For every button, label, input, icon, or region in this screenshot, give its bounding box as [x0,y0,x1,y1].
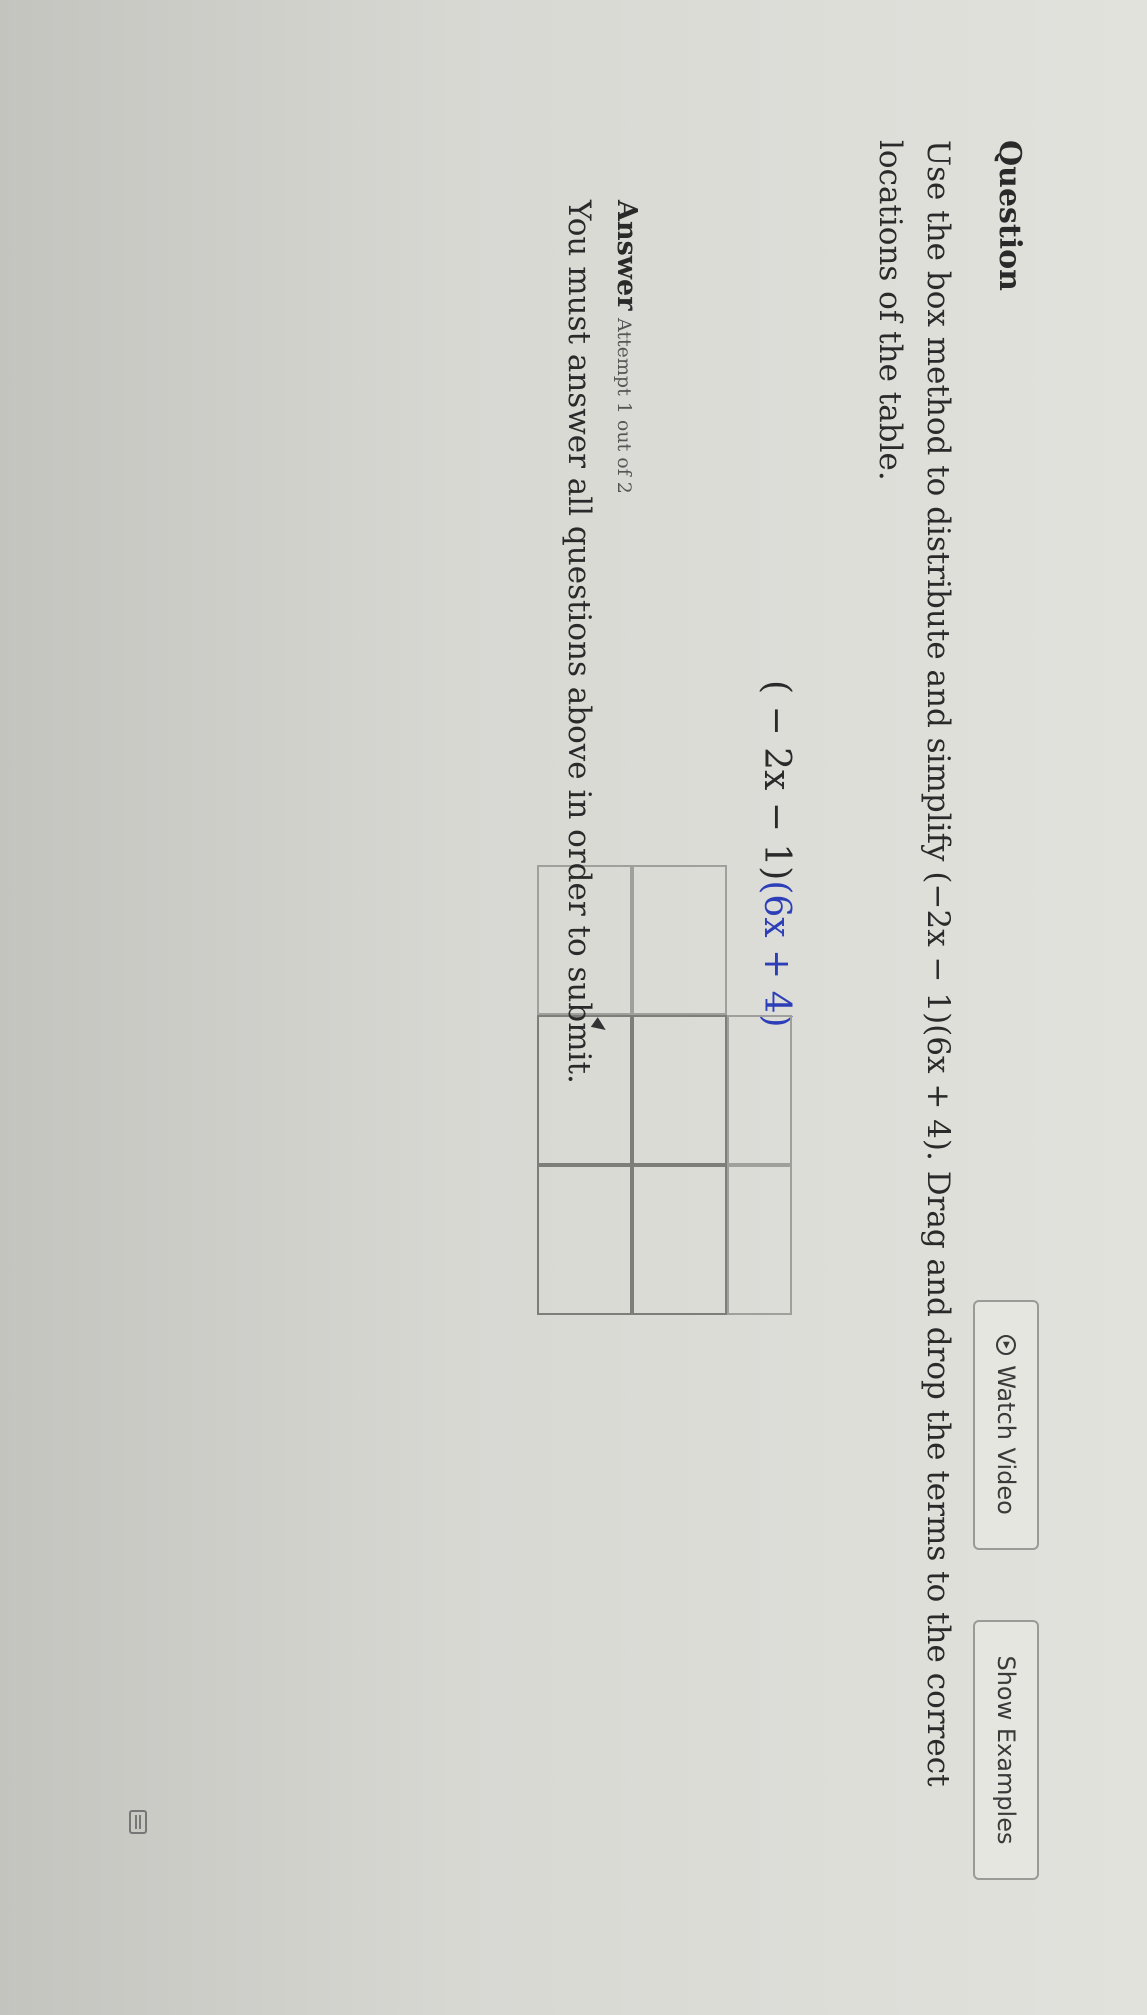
submit-message: You must answer all questions above in o… [561,200,597,1084]
answer-heading: Answer [611,200,642,311]
question-panel: Question ▶ Watch Video Show Examples Use… [0,0,1147,2015]
side-cell-1[interactable] [727,1015,792,1165]
watch-video-label: Watch Video [992,1365,1020,1515]
product-cell-2-2[interactable] [537,1165,632,1315]
question-prompt: Use the box method to distribute and sim… [866,140,962,1880]
watch-video-button[interactable]: ▶ Watch Video [973,1300,1039,1550]
keyboard-icon[interactable] [129,1810,147,1834]
product-cell-2-1[interactable] [632,1165,727,1315]
show-examples-button[interactable]: Show Examples [973,1620,1039,1880]
side-cell-2[interactable] [727,1165,792,1315]
product-cell-1-1[interactable] [632,1015,727,1165]
show-examples-label: Show Examples [992,1655,1020,1845]
prompt-text-start: Use the box method to distribute and sim… [920,140,956,872]
expression-first-factor: ( − 2x − 1) [756,680,797,881]
attempt-counter: Attempt 1 out of 2 [613,318,635,494]
product-expression: ( − 2x − 1)(6x + 4) [756,680,797,1028]
prompt-expression: (−2x − 1)(6x + 4) [920,871,956,1151]
play-circle-icon: ▶ [996,1335,1016,1356]
expression-second-factor: (6x + 4) [756,880,797,1028]
question-heading: Question [992,140,1027,291]
screen: Question ▶ Watch Video Show Examples Use… [0,0,1147,2015]
header-cell-1[interactable] [632,865,727,1015]
